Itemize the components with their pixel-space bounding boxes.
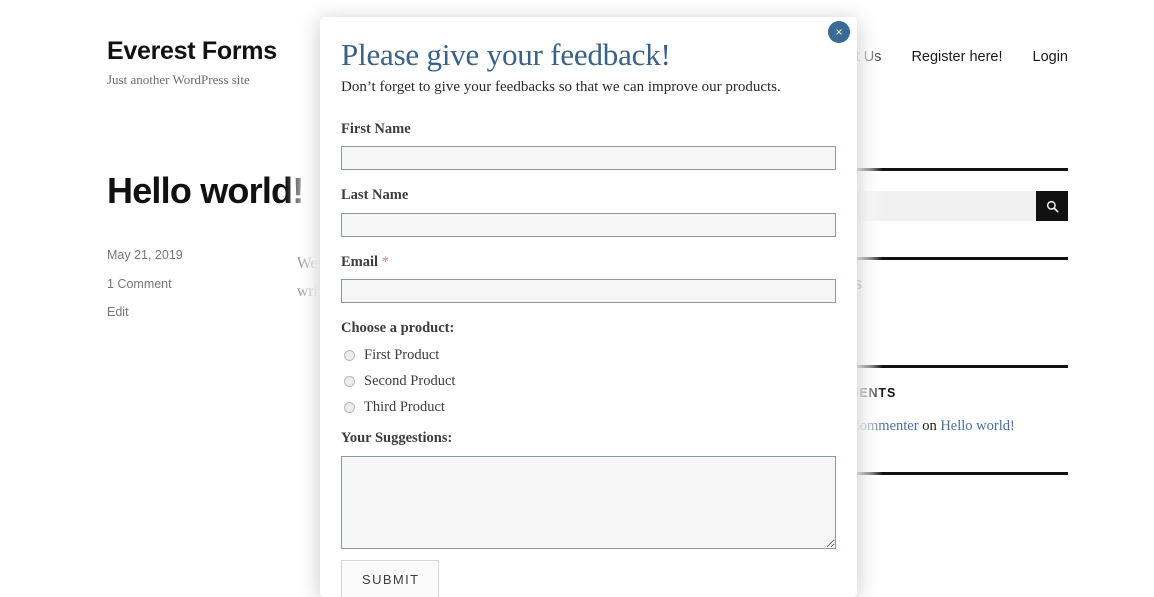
radio-icon[interactable]: [344, 350, 355, 362]
email-input[interactable]: [341, 279, 836, 304]
suggestions-field-group: Your Suggestions:: [341, 430, 836, 549]
search-button[interactable]: [1036, 191, 1068, 221]
email-field-group: Email *: [341, 254, 836, 304]
radio-icon[interactable]: [344, 376, 355, 388]
suggestions-label: Your Suggestions:: [341, 430, 453, 447]
last-name-label: Last Name: [341, 187, 409, 204]
email-label-text: Email: [341, 253, 379, 270]
search-icon: [1046, 200, 1058, 212]
radio-option-third-product[interactable]: Third Product: [341, 399, 836, 416]
modal-heading: Please give your feedback!: [341, 37, 671, 72]
feedback-modal: Please give your feedback! Don’t forget …: [320, 17, 857, 597]
last-name-field-group: Last Name: [341, 187, 836, 237]
comment-on-text: on: [922, 417, 937, 434]
nav-item-login[interactable]: Login: [1033, 49, 1068, 65]
first-name-field-group: First Name: [341, 120, 836, 171]
post-date[interactable]: May 21, 2019: [107, 249, 297, 262]
radio-option-first-product[interactable]: First Product: [341, 347, 836, 364]
radio-label: Third Product: [364, 399, 445, 416]
post-edit-link[interactable]: Edit: [107, 306, 297, 319]
radio-label: First Product: [364, 347, 440, 364]
modal-subheading: Don’t forget to give your feedbacks so t…: [341, 78, 781, 95]
post-meta: May 21, 2019 1 Comment Edit: [107, 249, 297, 335]
last-name-input[interactable]: [341, 212, 836, 237]
submit-button[interactable]: SUBMIT: [341, 559, 439, 597]
close-icon[interactable]: ×: [828, 21, 850, 43]
first-name-input[interactable]: [341, 146, 836, 171]
radio-icon[interactable]: [344, 402, 355, 414]
modal-content: Please give your feedback! Don’t forget …: [320, 17, 857, 597]
product-field-group: Choose a product: First Product Second P…: [341, 320, 836, 416]
product-radio-group: First Product Second Product Third Produ…: [341, 347, 836, 416]
email-label: Email *: [341, 254, 836, 271]
post-comment-count[interactable]: 1 Comment: [107, 278, 297, 291]
primary-navigation: act Us Register here! Login: [840, 49, 1068, 65]
comment-post-link[interactable]: Hello world!: [940, 418, 1015, 434]
feedback-form: First Name Last Name Email * Choose a pr…: [341, 121, 836, 597]
first-name-label: First Name: [341, 120, 411, 137]
radio-option-second-product[interactable]: Second Product: [341, 373, 836, 390]
suggestions-textarea[interactable]: [341, 455, 836, 549]
radio-label: Second Product: [364, 373, 456, 390]
nav-item-register[interactable]: Register here!: [911, 49, 1002, 65]
required-asterisk: *: [381, 253, 389, 270]
product-label: Choose a product:: [341, 320, 455, 337]
